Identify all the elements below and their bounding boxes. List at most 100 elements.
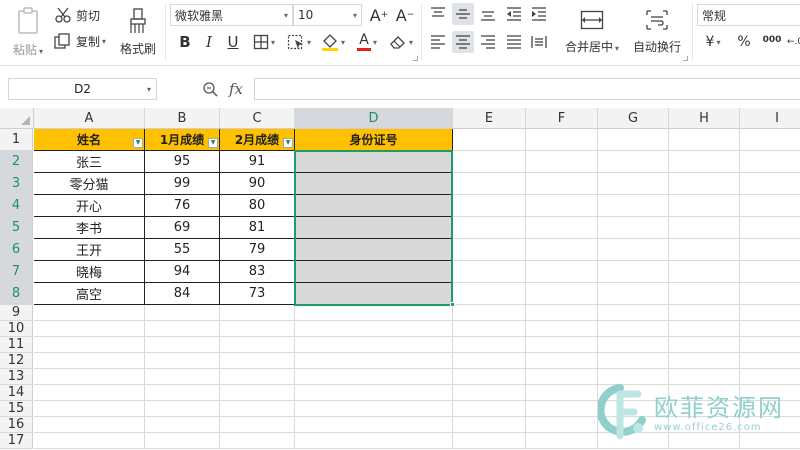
number-format-select[interactable]: 常规: [697, 4, 800, 26]
font-color-button[interactable]: A ▾: [352, 31, 382, 53]
row-header-5[interactable]: 5: [0, 217, 33, 239]
decrease-indent-button[interactable]: [503, 3, 525, 25]
cell-e8[interactable]: [453, 283, 526, 305]
increase-font-button[interactable]: A +: [368, 4, 390, 26]
cell-h7[interactable]: [669, 261, 740, 283]
cell-d2[interactable]: [295, 151, 453, 173]
format-painter-button[interactable]: 格式刷: [116, 4, 160, 60]
column-header-c[interactable]: C: [220, 108, 295, 129]
cell-h10[interactable]: [669, 321, 740, 337]
filter-dropdown-icon[interactable]: ▼: [133, 138, 143, 148]
cell-a6[interactable]: 王开: [34, 239, 145, 261]
cell-e9[interactable]: [453, 305, 526, 321]
cell-i1[interactable]: [740, 129, 800, 151]
cell-f5[interactable]: [526, 217, 598, 239]
justify-button[interactable]: [503, 31, 525, 53]
cell-c5[interactable]: 81: [220, 217, 295, 239]
cell-e14[interactable]: [453, 385, 526, 401]
align-center-button[interactable]: [452, 31, 474, 53]
increase-decimal-button[interactable]: ←.0: [787, 31, 800, 53]
cell-i10[interactable]: [740, 321, 800, 337]
cell-b15[interactable]: [145, 401, 220, 417]
cell-d12[interactable]: [295, 353, 453, 369]
fill-color-button[interactable]: ▾: [318, 31, 348, 53]
cell-c9[interactable]: [220, 305, 295, 321]
cell-a3[interactable]: 零分猫: [34, 173, 145, 195]
cell-i5[interactable]: [740, 217, 800, 239]
cell-g13[interactable]: [598, 369, 669, 385]
paste-button[interactable]: 粘贴 ▾: [8, 4, 48, 60]
row-header-17[interactable]: 17: [0, 433, 33, 449]
cell-f8[interactable]: [526, 283, 598, 305]
row-header-12[interactable]: 12: [0, 353, 33, 369]
cell-h12[interactable]: [669, 353, 740, 369]
zoom-search-button[interactable]: [200, 78, 220, 100]
italic-button[interactable]: I: [199, 31, 219, 53]
borders-button[interactable]: ▾: [249, 31, 279, 53]
cell-e3[interactable]: [453, 173, 526, 195]
cell-c10[interactable]: [220, 321, 295, 337]
cell-d9[interactable]: [295, 305, 453, 321]
filter-dropdown-icon[interactable]: ▼: [283, 138, 293, 148]
cell-f15[interactable]: [526, 401, 598, 417]
cell-f12[interactable]: [526, 353, 598, 369]
cell-b17[interactable]: [145, 433, 220, 449]
cell-e5[interactable]: [453, 217, 526, 239]
cell-c3[interactable]: 90: [220, 173, 295, 195]
cell-d14[interactable]: [295, 385, 453, 401]
bold-button[interactable]: B: [175, 31, 195, 53]
copy-button[interactable]: 复制 ▾: [54, 31, 106, 51]
cell-b1[interactable]: 1月成绩 ▼: [145, 129, 220, 151]
cell-d11[interactable]: [295, 337, 453, 353]
merge-center-button[interactable]: 合并居中 ▾: [560, 4, 624, 60]
cell-i13[interactable]: [740, 369, 800, 385]
cell-i8[interactable]: [740, 283, 800, 305]
row-header-9[interactable]: 9: [0, 305, 33, 321]
cell-b10[interactable]: [145, 321, 220, 337]
cell-e16[interactable]: [453, 417, 526, 433]
row-header-10[interactable]: 10: [0, 321, 33, 337]
cell-a14[interactable]: [34, 385, 145, 401]
cell-f11[interactable]: [526, 337, 598, 353]
cell-c14[interactable]: [220, 385, 295, 401]
clear-button[interactable]: ▾: [386, 31, 416, 53]
percent-button[interactable]: %: [733, 31, 755, 53]
cell-g4[interactable]: [598, 195, 669, 217]
cell-b16[interactable]: [145, 417, 220, 433]
cell-e1[interactable]: [453, 129, 526, 151]
cell-a8[interactable]: 高空: [34, 283, 145, 305]
filter-dropdown-icon[interactable]: ▼: [208, 138, 218, 148]
cell-d1[interactable]: 身份证号: [295, 129, 453, 151]
row-header-8[interactable]: 8: [0, 283, 33, 305]
insert-function-button[interactable]: fx: [225, 78, 247, 100]
row-header-14[interactable]: 14: [0, 385, 33, 401]
row-header-1[interactable]: 1: [0, 129, 33, 151]
cell-d15[interactable]: [295, 401, 453, 417]
align-top-button[interactable]: [427, 3, 449, 25]
row-header-3[interactable]: 3: [0, 173, 33, 195]
cell-b5[interactable]: 69: [145, 217, 220, 239]
cell-h3[interactable]: [669, 173, 740, 195]
increase-indent-button[interactable]: [528, 3, 550, 25]
distributed-align-button[interactable]: [528, 31, 550, 53]
cell-b4[interactable]: 76: [145, 195, 220, 217]
cell-i4[interactable]: [740, 195, 800, 217]
cell-h13[interactable]: [669, 369, 740, 385]
cell-b7[interactable]: 94: [145, 261, 220, 283]
column-header-f[interactable]: F: [526, 108, 598, 129]
cell-d17[interactable]: [295, 433, 453, 449]
cell-e10[interactable]: [453, 321, 526, 337]
thousands-separator-button[interactable]: 000: [759, 31, 785, 53]
cell-a11[interactable]: [34, 337, 145, 353]
align-left-button[interactable]: [427, 31, 449, 53]
cell-h4[interactable]: [669, 195, 740, 217]
font-name-select[interactable]: 微软雅黑 ▾: [170, 4, 293, 26]
cell-c4[interactable]: 80: [220, 195, 295, 217]
cell-c15[interactable]: [220, 401, 295, 417]
cell-b12[interactable]: [145, 353, 220, 369]
cell-g9[interactable]: [598, 305, 669, 321]
cell-style-button[interactable]: ▾: [284, 31, 314, 53]
name-box[interactable]: D2 ▾: [8, 78, 157, 100]
cell-h6[interactable]: [669, 239, 740, 261]
cell-e15[interactable]: [453, 401, 526, 417]
